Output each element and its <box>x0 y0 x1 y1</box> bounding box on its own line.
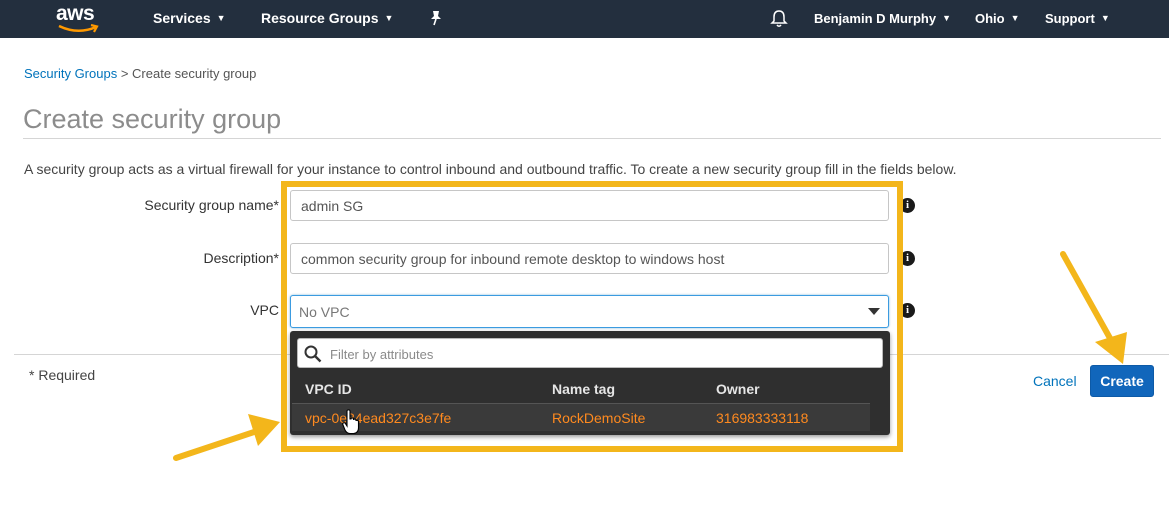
resource-groups-menu[interactable]: Resource Groups ▼ <box>261 10 393 26</box>
arrow-icon <box>1060 251 1127 364</box>
breadcrumb: Security Groups > Create security group <box>24 66 256 81</box>
support-menu-label: Support <box>1045 11 1095 26</box>
breadcrumb-current: Create security group <box>132 66 257 81</box>
resource-groups-menu-label: Resource Groups <box>261 10 379 26</box>
vpc-label: VPC <box>250 302 279 318</box>
region-menu[interactable]: Ohio ▼ <box>975 11 1020 26</box>
arrow-icon <box>173 414 280 461</box>
vpc-dropdown-panel: Filter by attributes VPC ID Name tag Own… <box>290 331 890 435</box>
hand-cursor-icon <box>342 409 360 435</box>
aws-logo[interactable]: aws <box>56 2 102 34</box>
vpc-option-id: vpc-0e84ead327c3e7fe <box>305 410 452 426</box>
services-menu[interactable]: Services ▼ <box>153 10 226 26</box>
chevron-down-icon: ▼ <box>216 13 226 23</box>
breadcrumb-security-groups-link[interactable]: Security Groups <box>24 66 117 81</box>
user-menu[interactable]: Benjamin D Murphy ▼ <box>814 11 951 26</box>
vpc-option-owner: 316983333118 <box>716 410 809 426</box>
chevron-down-icon: ▼ <box>1100 13 1110 23</box>
user-menu-label: Benjamin D Murphy <box>814 11 937 26</box>
vpc-option-row[interactable]: vpc-0e84ead327c3e7fe RockDemoSite 316983… <box>292 403 870 431</box>
bell-icon[interactable] <box>770 9 788 28</box>
filter-placeholder: Filter by attributes <box>330 347 434 362</box>
pin-icon[interactable] <box>428 10 444 26</box>
security-group-name-label: Security group name* <box>144 197 279 213</box>
support-menu[interactable]: Support ▼ <box>1045 11 1110 26</box>
aws-logo-text: aws <box>56 2 95 25</box>
services-menu-label: Services <box>153 10 211 26</box>
info-icon[interactable]: i <box>900 251 915 266</box>
column-header-name-tag: Name tag <box>552 381 616 397</box>
intro-text: A security group acts as a virtual firew… <box>24 161 957 177</box>
chevron-down-icon: ▼ <box>942 13 951 23</box>
vpc-select-value: No VPC <box>299 304 350 320</box>
page-title: Create security group <box>23 104 282 134</box>
column-header-owner: Owner <box>716 381 760 397</box>
create-button[interactable]: Create <box>1090 365 1154 397</box>
title-divider <box>23 138 1161 139</box>
info-icon[interactable]: i <box>900 303 915 318</box>
cancel-button[interactable]: Cancel <box>1033 373 1077 389</box>
breadcrumb-separator: > <box>120 66 129 81</box>
chevron-down-icon: ▼ <box>1010 13 1020 23</box>
vpc-option-name-tag: RockDemoSite <box>552 410 646 426</box>
region-menu-label: Ohio <box>975 11 1005 26</box>
vpc-select[interactable]: No VPC <box>290 295 889 328</box>
aws-smile-icon <box>58 24 99 33</box>
security-group-name-input[interactable] <box>290 190 889 221</box>
top-nav-bar: aws Services ▼ Resource Groups ▼ Benjamin … <box>0 0 1169 38</box>
column-header-vpc-id: VPC ID <box>305 381 352 397</box>
chevron-down-icon: ▼ <box>384 13 394 23</box>
description-label: Description* <box>203 250 279 266</box>
description-input[interactable] <box>290 243 889 274</box>
info-icon[interactable]: i <box>900 198 915 213</box>
required-note: * Required <box>29 367 96 383</box>
caret-down-icon <box>868 308 880 315</box>
search-icon <box>304 345 322 363</box>
filter-input[interactable]: Filter by attributes <box>297 338 883 368</box>
